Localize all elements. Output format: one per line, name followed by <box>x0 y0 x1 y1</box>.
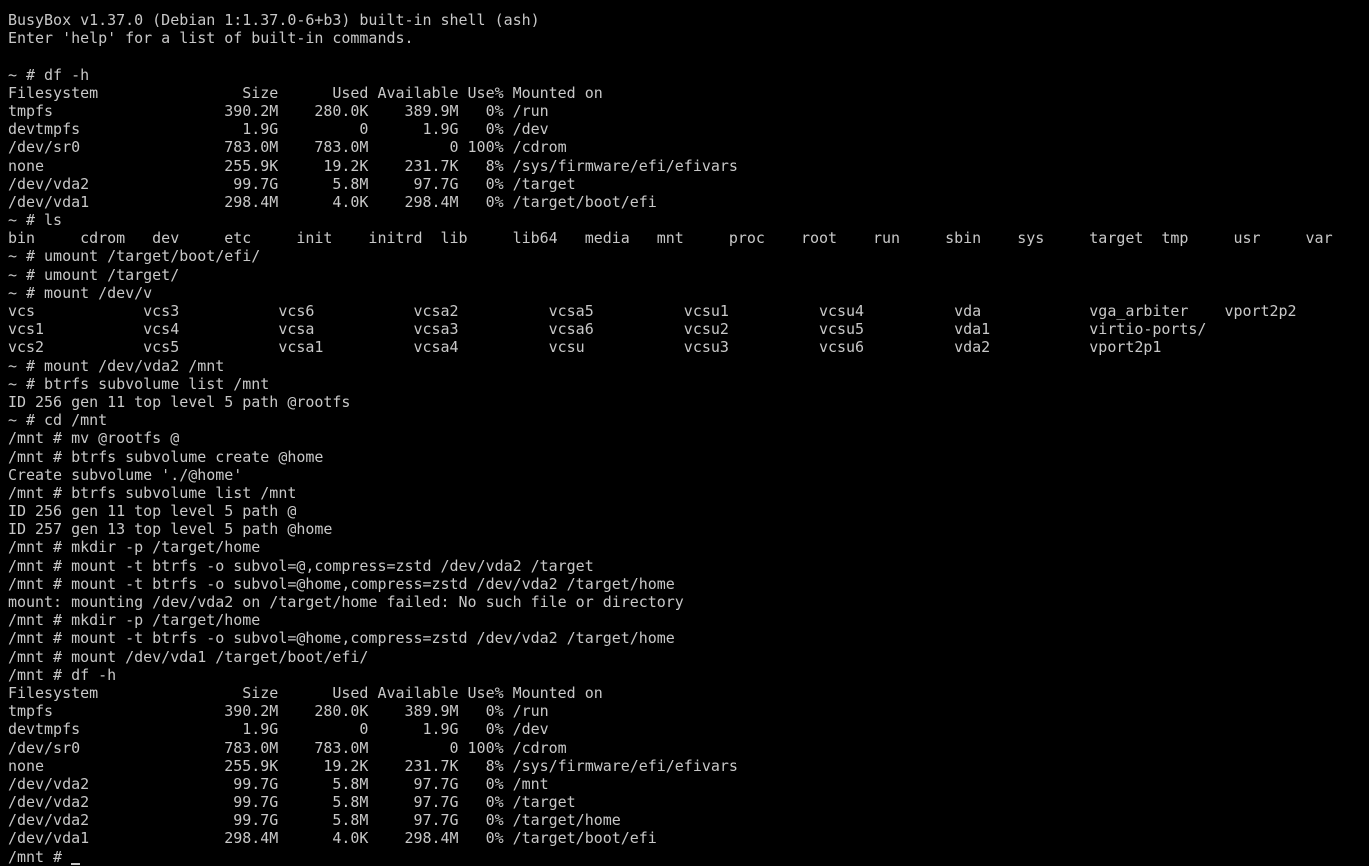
terminal-line: ~ # df -h <box>8 65 90 84</box>
terminal-line: tmpfs 390.2M 280.0K 389.9M 0% /run <box>8 101 549 120</box>
terminal-line: tmpfs 390.2M 280.0K 389.9M 0% /run <box>8 702 549 721</box>
terminal-line: Enter 'help' for a list of built-in comm… <box>8 29 414 48</box>
terminal-line: ~ # mount /dev/v <box>8 283 153 302</box>
terminal-line: /dev/vda2 99.7G 5.8M 97.7G 0% /target <box>8 793 576 812</box>
terminal-line: /dev/vda2 99.7G 5.8M 97.7G 0% /target <box>8 174 576 193</box>
terminal-line: devtmpfs 1.9G 0 1.9G 0% /dev <box>8 720 549 739</box>
terminal-line: /mnt # mount -t btrfs -o subvol=@,compre… <box>8 556 594 575</box>
terminal-line: Create subvolume './@home' <box>8 465 243 484</box>
terminal-line: ~ # umount /target/ <box>8 265 180 284</box>
terminal-line: ~ # ls <box>8 211 63 230</box>
text-cursor <box>71 862 81 865</box>
terminal-line: /mnt # mount /dev/vda1 /target/boot/efi/ <box>8 647 369 666</box>
terminal-line: /mnt # btrfs subvolume create @home <box>8 447 324 466</box>
terminal-screen[interactable]: BusyBox v1.37.0 (Debian 1:1.37.0-6+b3) b… <box>0 0 1369 866</box>
terminal-line: ID 256 gen 11 top level 5 path @rootfs <box>8 392 351 411</box>
terminal-line: /mnt # mv @rootfs @ <box>8 429 180 448</box>
terminal-line: /mnt # mount -t btrfs -o subvol=@home,co… <box>8 574 675 593</box>
terminal-line: devtmpfs 1.9G 0 1.9G 0% /dev <box>8 120 549 139</box>
terminal-line: /dev/vda2 99.7G 5.8M 97.7G 0% /target/ho… <box>8 811 621 830</box>
terminal-line: none 255.9K 19.2K 231.7K 8% /sys/firmwar… <box>8 756 738 775</box>
terminal-output: BusyBox v1.37.0 (Debian 1:1.37.0-6+b3) b… <box>8 11 1369 848</box>
terminal-line: bin cdrom dev etc init initrd lib lib64 … <box>8 229 1333 248</box>
terminal-line: ~ # btrfs subvolume list /mnt <box>8 374 270 393</box>
terminal-line: mount: mounting /dev/vda2 on /target/hom… <box>8 593 684 611</box>
terminal-line: /mnt # btrfs subvolume list /mnt <box>8 483 297 502</box>
terminal-line: /dev/vda1 298.4M 4.0K 298.4M 0% /target/… <box>8 829 657 848</box>
terminal-line: /dev/sr0 783.0M 783.0M 0 100% /cdrom <box>8 738 567 757</box>
terminal-line: Filesystem Size Used Available Use% Moun… <box>8 683 603 702</box>
terminal-line: ID 257 gen 13 top level 5 path @home <box>8 520 333 539</box>
terminal-line: Filesystem Size Used Available Use% Moun… <box>8 83 603 102</box>
terminal-prompt-line[interactable]: /mnt # <box>8 848 1369 866</box>
terminal-line: vcs1 vcs4 vcsa vcsa3 vcsa6 vcsu2 vcsu5 v… <box>8 320 1207 339</box>
terminal-prompt: /mnt # <box>8 847 72 866</box>
terminal-line: /mnt # mount -t btrfs -o subvol=@home,co… <box>8 629 675 648</box>
terminal-line: none 255.9K 19.2K 231.7K 8% /sys/firmwar… <box>8 156 738 175</box>
terminal-line: /dev/sr0 783.0M 783.0M 0 100% /cdrom <box>8 138 567 157</box>
terminal-line: vcs2 vcs5 vcsa1 vcsa4 vcsu vcsu3 vcsu6 v… <box>8 338 1162 357</box>
terminal-line: BusyBox v1.37.0 (Debian 1:1.37.0-6+b3) b… <box>8 11 540 29</box>
terminal-line: /mnt # mkdir -p /target/home <box>8 538 261 557</box>
terminal-line: ~ # cd /mnt <box>8 411 108 430</box>
terminal-line: /mnt # mkdir -p /target/home <box>8 611 261 630</box>
terminal-line: /mnt # df -h <box>8 665 117 684</box>
terminal-line: vcs vcs3 vcs6 vcsa2 vcsa5 vcsu1 vcsu4 vd… <box>8 302 1297 320</box>
terminal-line: /dev/vda1 298.4M 4.0K 298.4M 0% /target/… <box>8 192 657 211</box>
terminal-line: ~ # mount /dev/vda2 /mnt <box>8 356 225 375</box>
terminal-line: ID 256 gen 11 top level 5 path @ <box>8 502 297 521</box>
terminal-line: /dev/vda2 99.7G 5.8M 97.7G 0% /mnt <box>8 774 549 793</box>
terminal-line: ~ # umount /target/boot/efi/ <box>8 247 261 266</box>
